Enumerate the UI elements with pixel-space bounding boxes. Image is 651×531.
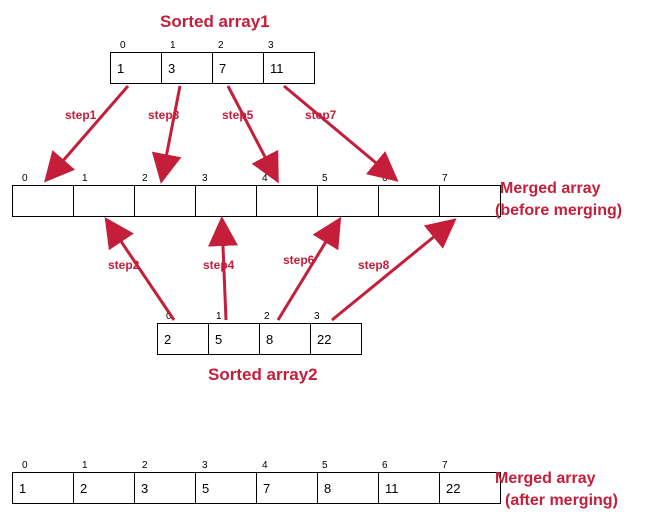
- merged-after-idx-1: 1: [82, 460, 88, 471]
- merged-before-idx-0: 0: [22, 173, 28, 184]
- step7-label: step7: [305, 108, 336, 122]
- merged-before-cell-5: [318, 186, 379, 217]
- array2-idx-2: 2: [264, 311, 270, 322]
- array2-cell-1: 5: [209, 324, 260, 355]
- title-array2: Sorted array2: [208, 365, 318, 385]
- merged-before-cell-7: [440, 186, 501, 217]
- merged-before-cell-3: [196, 186, 257, 217]
- array1-cell-2: 7: [213, 53, 264, 84]
- array2-idx-0: 0: [166, 311, 172, 322]
- merged-before-idx-4: 4: [262, 173, 268, 184]
- merged-before-idx-5: 5: [322, 173, 328, 184]
- step3-label: step3: [148, 108, 179, 122]
- step8-label: step8: [358, 258, 389, 272]
- array1-idx-3: 3: [268, 40, 274, 51]
- array1-table: 1 3 7 11: [110, 52, 315, 84]
- merged-before-cell-1: [74, 186, 135, 217]
- merged-before-cell-4: [257, 186, 318, 217]
- array1-cell-0: 1: [111, 53, 162, 84]
- title-array1: Sorted array1: [160, 12, 270, 32]
- array2-cell-2: 8: [260, 324, 311, 355]
- step4-label: step4: [203, 258, 234, 272]
- merged-before-cell-2: [135, 186, 196, 217]
- step1-label: step1: [65, 108, 96, 122]
- merged-after-table: 1 2 3 5 7 8 11 22: [12, 472, 501, 504]
- merged-after-idx-5: 5: [322, 460, 328, 471]
- merged-after-label-2: (after merging): [505, 492, 618, 510]
- merged-after-cell-6: 11: [379, 473, 440, 504]
- merged-after-cell-2: 3: [135, 473, 196, 504]
- merged-before-table: [12, 185, 501, 217]
- step5-label: step5: [222, 108, 253, 122]
- array1-cell-1: 3: [162, 53, 213, 84]
- array1-cell-3: 11: [264, 53, 315, 84]
- array2-idx-1: 1: [216, 311, 222, 322]
- merged-after-idx-2: 2: [142, 460, 148, 471]
- array2-table: 2 5 8 22: [157, 323, 362, 355]
- array2-cell-3: 22: [311, 324, 362, 355]
- step6-label: step6: [283, 253, 314, 267]
- merged-before-cell-6: [379, 186, 440, 217]
- merged-after-cell-0: 1: [13, 473, 74, 504]
- merged-before-idx-3: 3: [202, 173, 208, 184]
- merged-after-cell-5: 8: [318, 473, 379, 504]
- array1-idx-1: 1: [170, 40, 176, 51]
- merged-after-cell-7: 22: [440, 473, 501, 504]
- merged-before-label-2: (before merging): [495, 202, 622, 220]
- merged-before-idx-1: 1: [82, 173, 88, 184]
- merged-after-idx-6: 6: [382, 460, 388, 471]
- array1-idx-0: 0: [120, 40, 126, 51]
- merged-after-idx-7: 7: [442, 460, 448, 471]
- merged-before-idx-2: 2: [142, 173, 148, 184]
- array2-idx-3: 3: [314, 311, 320, 322]
- merged-before-idx-6: 6: [382, 173, 388, 184]
- array1-idx-2: 2: [218, 40, 224, 51]
- step2-label: step2: [108, 258, 139, 272]
- merged-before-idx-7: 7: [442, 173, 448, 184]
- merged-after-idx-4: 4: [262, 460, 268, 471]
- merged-after-idx-0: 0: [22, 460, 28, 471]
- merged-after-cell-4: 7: [257, 473, 318, 504]
- array2-cell-0: 2: [158, 324, 209, 355]
- merged-after-cell-1: 2: [74, 473, 135, 504]
- merged-before-label-1: Merged array: [500, 180, 601, 198]
- merged-before-cell-0: [13, 186, 74, 217]
- merged-after-idx-3: 3: [202, 460, 208, 471]
- merged-after-cell-3: 5: [196, 473, 257, 504]
- merged-after-label-1: Merged array: [495, 470, 596, 488]
